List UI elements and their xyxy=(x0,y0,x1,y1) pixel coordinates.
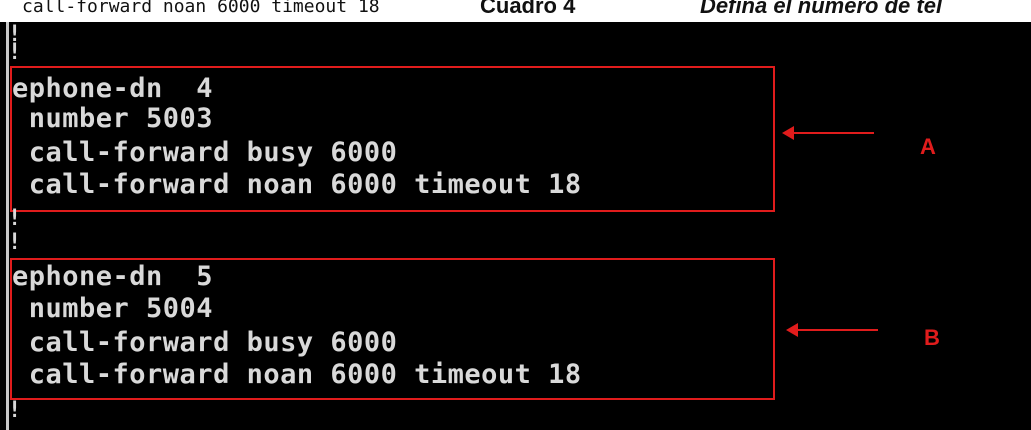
arrow-left-icon xyxy=(782,126,874,140)
label-b: B xyxy=(924,325,940,350)
config-line: ephone-dn 4 xyxy=(12,73,214,104)
screenshot: call-forward noan 6000 timeout 18 Cuadro… xyxy=(0,0,1031,430)
caption-title: Cuadro 4 xyxy=(480,0,576,18)
prompt-marker: ! xyxy=(8,206,22,231)
console-window: ! ! ephone-dn 4 number 5003 call-forward… xyxy=(0,22,1031,430)
prompt-marker: ! xyxy=(8,398,22,423)
config-line: number 5003 xyxy=(12,103,214,134)
top-caption: call-forward noan 6000 timeout 18 Cuadro… xyxy=(0,0,1031,22)
config-line: call-forward busy 6000 xyxy=(12,327,398,358)
config-line: ephone-dn 5 xyxy=(12,261,214,292)
label-a: A xyxy=(920,134,936,159)
config-line: call-forward noan 6000 timeout 18 xyxy=(12,169,582,200)
config-line: call-forward noan 6000 timeout 18 xyxy=(12,359,582,390)
config-line: number 5004 xyxy=(12,293,214,324)
caption-subtitle: Defina el número de tel xyxy=(700,0,943,18)
prompt-marker: ! xyxy=(8,230,22,255)
prompt-marker: ! xyxy=(8,40,22,65)
arrow-left-icon xyxy=(786,323,878,337)
caption-code-text: call-forward noan 6000 timeout 18 xyxy=(22,0,380,17)
config-line: call-forward busy 6000 xyxy=(12,137,398,168)
